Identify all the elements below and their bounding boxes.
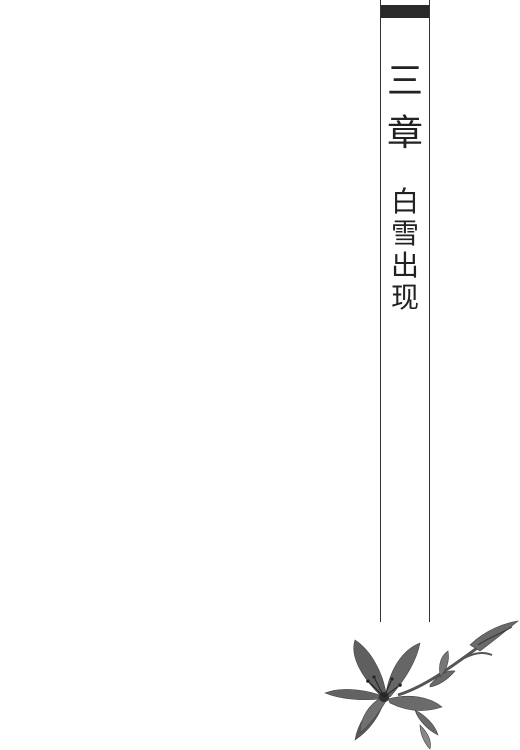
- band-top-bar: [380, 5, 430, 18]
- title-char: 出: [390, 249, 419, 282]
- chapter-number: 三 章: [380, 56, 430, 160]
- title-char: 雪: [390, 217, 419, 250]
- lily-flower-icon: [324, 620, 520, 750]
- title-char: 白: [390, 185, 419, 218]
- chapter-title: 白 雪 出 现: [380, 186, 430, 314]
- title-char: 现: [390, 281, 419, 314]
- chapter-char: 三: [386, 61, 423, 102]
- chapter-char: 章: [386, 113, 423, 154]
